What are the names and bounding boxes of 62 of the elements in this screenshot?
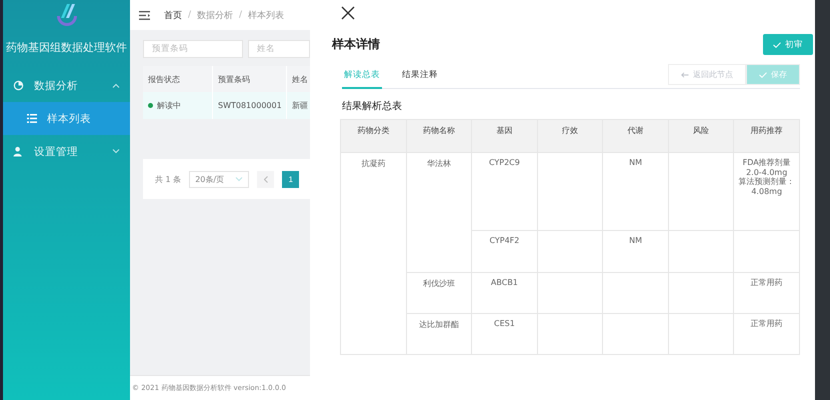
section-title: 结果解析总表 xyxy=(342,100,403,113)
table-cell: NM xyxy=(602,152,668,230)
table-cell: 抗凝药 xyxy=(340,152,406,354)
column-header: 用药推荐 xyxy=(734,120,800,152)
page-button[interactable]: 1 xyxy=(282,170,300,188)
table-cell: SWT081000001 xyxy=(213,92,287,119)
user-icon xyxy=(13,146,24,157)
table-cell xyxy=(602,272,668,314)
chart-icon xyxy=(13,80,24,91)
table-cell xyxy=(734,230,800,272)
column-header: 药物分类 xyxy=(340,120,406,152)
table-cell xyxy=(668,314,734,354)
tab[interactable]: 解读总表 xyxy=(342,69,382,89)
table-cell: FDA推荐剂量 2.0-4.0mg 算法预测剂量： 4.08mg xyxy=(734,152,800,230)
table-cell xyxy=(537,230,603,272)
chevron-icon xyxy=(112,83,120,88)
breadcrumb-separator: / xyxy=(188,10,192,20)
table-cell: 华法林 xyxy=(406,152,472,272)
list-icon xyxy=(27,114,37,123)
table-cell: CYP2C9 xyxy=(472,152,538,230)
menu-item[interactable]: 数据分析 xyxy=(3,69,130,102)
status-text: 解读中 xyxy=(157,100,181,111)
table-cell: 正常用药 xyxy=(734,314,800,354)
search-field[interactable]: 姓名 xyxy=(248,40,310,58)
table-cell xyxy=(668,230,734,272)
table-cell xyxy=(602,314,668,354)
breadcrumb-separator: / xyxy=(239,10,242,20)
breadcrumb-link[interactable]: 数据分析 xyxy=(197,8,234,22)
table-cell: NM xyxy=(602,230,668,272)
app-title: 药物基因组数据处理软件 xyxy=(5,40,128,55)
approve-button[interactable]: 初审 xyxy=(763,34,813,55)
chevron-icon xyxy=(112,149,120,154)
page-size-select[interactable]: 20条/页 xyxy=(189,170,250,188)
chevron-icon xyxy=(235,176,244,182)
menu-item[interactable]: 样本列表 xyxy=(3,102,130,135)
table-cell: CYP4F2 xyxy=(472,230,538,272)
arrow-left-icon xyxy=(681,72,689,78)
chevron-left-icon xyxy=(264,176,268,182)
column-header: 疗效 xyxy=(537,120,603,152)
menu-item[interactable]: 设置管理 xyxy=(3,135,130,168)
table-cell: ABCB1 xyxy=(472,272,538,314)
tab[interactable]: 结果注释 xyxy=(400,69,440,89)
table-cell xyxy=(537,314,603,354)
column-header: 代谢 xyxy=(602,120,668,152)
check-icon xyxy=(773,42,781,48)
table-cell xyxy=(537,272,603,314)
breadcrumb-link[interactable]: 样本列表 xyxy=(248,8,284,22)
menu-icon[interactable] xyxy=(139,10,150,20)
close-icon[interactable] xyxy=(340,6,356,22)
search-field[interactable]: 预置条码 xyxy=(143,40,243,58)
column-header: 药物名称 xyxy=(406,120,472,152)
table-cell: 达比加群酯 xyxy=(406,314,472,354)
table-cell: 正常用药 xyxy=(734,272,800,314)
table-cell xyxy=(668,272,734,314)
column-header: 基因 xyxy=(472,120,538,152)
column-header: 风险 xyxy=(668,120,734,152)
breadcrumb-link[interactable]: 首页 xyxy=(164,8,182,22)
check-icon xyxy=(759,72,767,78)
drawer-title: 样本详情 xyxy=(332,36,380,53)
table-cell: CES1 xyxy=(472,314,538,354)
total-count: 共 1 条 xyxy=(155,174,182,184)
table-cell: 利伐沙班 xyxy=(406,272,472,314)
